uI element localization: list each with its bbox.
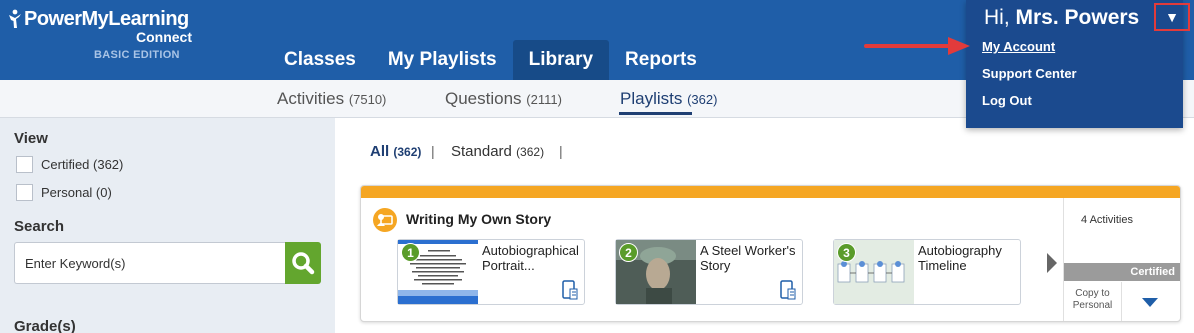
playlist-title[interactable]: Writing My Own Story [406, 211, 551, 227]
card-accent-bar [361, 186, 1180, 198]
activity-number-badge: 2 [619, 243, 638, 262]
playlist-icon [373, 208, 397, 232]
nav-library[interactable]: Library [512, 40, 610, 80]
activity-number-badge: 1 [401, 243, 420, 262]
filter-all[interactable]: All (362) [370, 143, 421, 160]
tablet-icon [562, 280, 578, 300]
activity-thumbnail: 3 [834, 240, 914, 304]
tab-questions[interactable]: Questions (2111) [445, 89, 562, 109]
tab-questions-count: (2111) [526, 92, 562, 107]
filter-sidebar: View Certified (362) Personal (0) Search… [0, 118, 335, 333]
tab-playlists[interactable]: Playlists (362) [620, 89, 717, 109]
tab-playlists-count: (362) [687, 92, 718, 107]
filter-certified[interactable]: Certified (362) [16, 156, 123, 173]
menu-support-center[interactable]: Support Center [982, 65, 1077, 92]
playlist-card-sidebar: 4 Activities Certified Copy to Personal [1063, 198, 1180, 321]
search-input[interactable] [14, 242, 285, 284]
activity-title: Autobiographical Portrait... [482, 243, 579, 273]
red-arrow-annotation-icon [864, 37, 970, 55]
person-figure-icon [9, 9, 21, 28]
filter-all-label: All [370, 143, 390, 160]
user-menu: My Account Support Center Log Out [982, 38, 1077, 119]
main-nav: Classes My Playlists Library Reports [268, 40, 713, 80]
greeting-prefix: Hi, [984, 6, 1010, 29]
certified-checkbox[interactable] [16, 156, 33, 173]
search-button[interactable] [285, 242, 321, 284]
tab-activities-label: Activities [277, 89, 345, 108]
certified-badge: Certified [1064, 263, 1180, 281]
playlist-card: Writing My Own Story 1 Autobiographical … [360, 185, 1181, 322]
grades-heading: Grade(s) [14, 318, 76, 333]
filter-standard-label: Standard [451, 143, 512, 160]
tab-activities[interactable]: Activities (7510) [277, 89, 386, 109]
next-activities-arrow-icon[interactable] [1047, 253, 1057, 273]
logo-edition: BASIC EDITION [94, 49, 180, 61]
filter-separator: | [559, 143, 563, 159]
filter-all-count: (362) [393, 145, 422, 159]
activity-tile[interactable]: 2 A Steel Worker's Story [615, 239, 803, 305]
logo-subtext: Connect [136, 29, 192, 45]
activity-title: A Steel Worker's Story [700, 243, 796, 273]
user-name: Mrs. Powers [1015, 6, 1140, 29]
activity-thumbnail: 2 [616, 240, 696, 304]
tab-playlists-label: Playlists [620, 89, 683, 108]
active-tab-indicator [619, 112, 692, 115]
menu-log-out[interactable]: Log Out [982, 92, 1077, 119]
certified-label: Certified (362) [41, 157, 124, 172]
personal-label: Personal (0) [41, 185, 112, 200]
tab-questions-label: Questions [445, 89, 522, 108]
activity-count: 4 Activities [1081, 214, 1133, 226]
user-greeting: Hi, Mrs. Powers [984, 6, 1139, 30]
filter-standard-count: (362) [516, 145, 545, 159]
filter-personal[interactable]: Personal (0) [16, 184, 112, 201]
nav-my-playlists[interactable]: My Playlists [372, 40, 513, 80]
view-heading: View [14, 130, 48, 147]
copy-to-personal-button[interactable]: Copy to Personal [1064, 282, 1122, 321]
search-heading: Search [14, 218, 65, 235]
personal-checkbox[interactable] [16, 184, 33, 201]
menu-my-account[interactable]: My Account [982, 38, 1077, 65]
logo-text: PowerMyLearning [24, 8, 189, 30]
tab-activities-count: (7510) [348, 92, 387, 107]
activity-tile[interactable]: 1 Autobiographical Portrait... [397, 239, 585, 305]
activity-number-badge: 3 [837, 243, 856, 262]
tablet-icon [780, 280, 796, 300]
activity-tile[interactable]: 3 Autobiography Timeline [833, 239, 1021, 305]
activity-title: Autobiography Timeline [918, 243, 1002, 273]
user-menu-toggle[interactable]: ▼ [1154, 3, 1190, 31]
search-icon [292, 252, 315, 275]
nav-classes[interactable]: Classes [268, 40, 372, 80]
filter-separator: | [431, 143, 435, 159]
app-logo[interactable]: PowerMyLearning Connect BASIC EDITION [8, 8, 192, 62]
caret-down-icon: ▼ [1165, 9, 1179, 25]
expand-chevron-icon[interactable] [1142, 298, 1158, 307]
activity-thumbnail: 1 [398, 240, 478, 304]
nav-reports[interactable]: Reports [609, 40, 713, 80]
filter-standard[interactable]: Standard (362) [451, 143, 544, 160]
